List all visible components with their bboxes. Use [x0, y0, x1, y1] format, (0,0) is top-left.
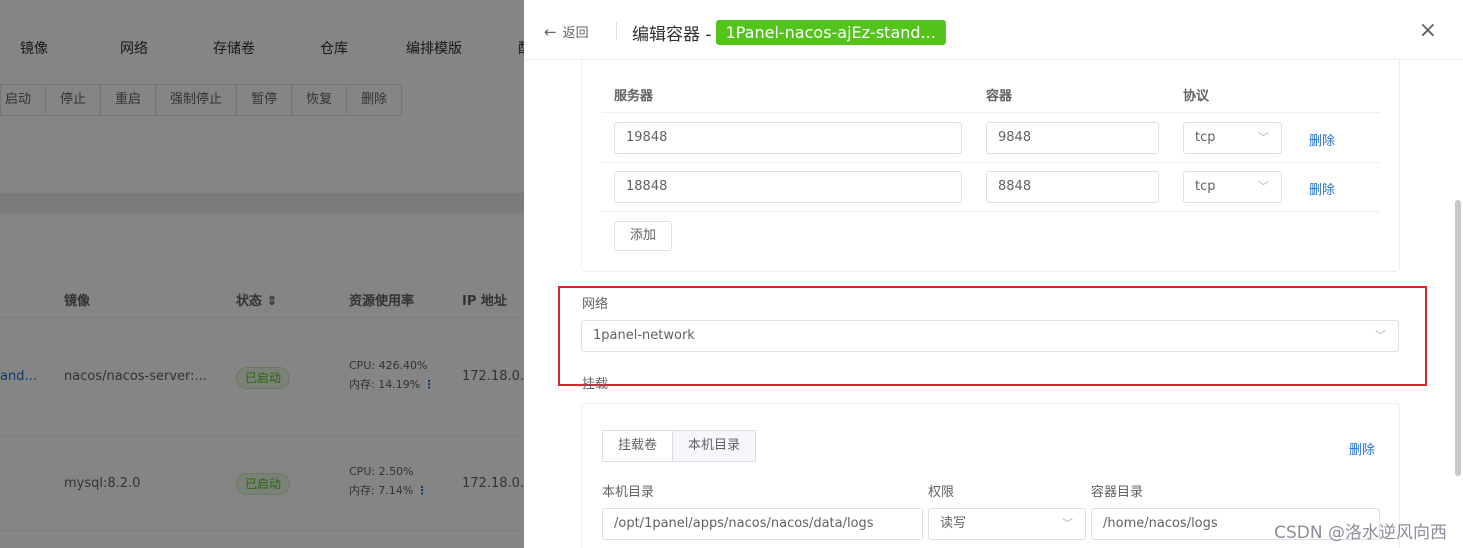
- chevron-down-icon: ﹀: [1258, 180, 1269, 193]
- add-port-button[interactable]: 添加: [614, 221, 673, 251]
- delete-port-link[interactable]: 删除: [1309, 130, 1335, 149]
- container-name-tag: 1Panel-nacos-ajEz-stand...: [715, 20, 946, 45]
- container-port-input[interactable]: 9848: [986, 122, 1159, 154]
- server-port-input[interactable]: 19848: [614, 122, 962, 154]
- permission-select[interactable]: 读写 ﹀: [928, 508, 1086, 540]
- chevron-down-icon: ﹀: [1258, 131, 1269, 144]
- watermark: CSDN @洛水逆风向西: [1274, 523, 1447, 543]
- host-dir-input[interactable]: /opt/1panel/apps/nacos/nacos/data/logs: [602, 508, 923, 540]
- header-divider: [616, 22, 617, 40]
- arrow-left-icon: ←: [544, 22, 557, 41]
- protocol-value: tcp: [1195, 179, 1216, 194]
- server-port-input[interactable]: 18848: [614, 171, 962, 203]
- delete-port-link[interactable]: 删除: [1309, 179, 1335, 198]
- container-port-input[interactable]: 8848: [986, 171, 1159, 203]
- delete-mount-link[interactable]: 删除: [1349, 439, 1375, 458]
- back-label: 返回: [562, 26, 589, 41]
- row-divider: [602, 211, 1380, 212]
- protocol-select[interactable]: tcp ﹀: [1183, 122, 1282, 154]
- permission-label: 权限: [928, 485, 955, 500]
- highlight-box: [558, 286, 1427, 386]
- edit-container-drawer: ← 返回 编辑容器 - 1Panel-nacos-ajEz-stand... ×…: [524, 0, 1463, 548]
- column-header-container: 容器: [986, 89, 1013, 104]
- mount-label: 挂载: [582, 377, 609, 392]
- tab-volume[interactable]: 挂载卷: [602, 430, 674, 462]
- column-header-protocol: 协议: [1183, 89, 1210, 104]
- ports-card: 服务器 容器 协议 19848 9848 tcp ﹀ 删除 18848 8848…: [581, 60, 1400, 272]
- host-dir-label: 本机目录: [602, 485, 655, 500]
- drawer-scrollbar[interactable]: [1455, 200, 1461, 476]
- close-icon[interactable]: ×: [1419, 20, 1437, 42]
- permission-value: 读写: [940, 516, 967, 531]
- mount-type-toggle: 挂载卷 本机目录: [602, 430, 757, 462]
- drawer-header: ← 返回 编辑容器 - 1Panel-nacos-ajEz-stand... ×: [524, 0, 1463, 60]
- tab-host-directory[interactable]: 本机目录: [673, 430, 757, 462]
- protocol-select[interactable]: tcp ﹀: [1183, 171, 1282, 203]
- protocol-value: tcp: [1195, 130, 1216, 145]
- chevron-down-icon: ﹀: [1062, 517, 1073, 530]
- drawer-title: 编辑容器 - 1Panel-nacos-ajEz-stand...: [632, 20, 946, 45]
- row-divider: [602, 112, 1380, 113]
- drawer-title-text: 编辑容器 -: [632, 25, 712, 45]
- modal-overlay[interactable]: [0, 0, 524, 548]
- row-divider: [602, 162, 1380, 163]
- column-header-server: 服务器: [614, 89, 654, 104]
- back-button[interactable]: ← 返回: [544, 22, 589, 41]
- container-dir-label: 容器目录: [1091, 485, 1144, 500]
